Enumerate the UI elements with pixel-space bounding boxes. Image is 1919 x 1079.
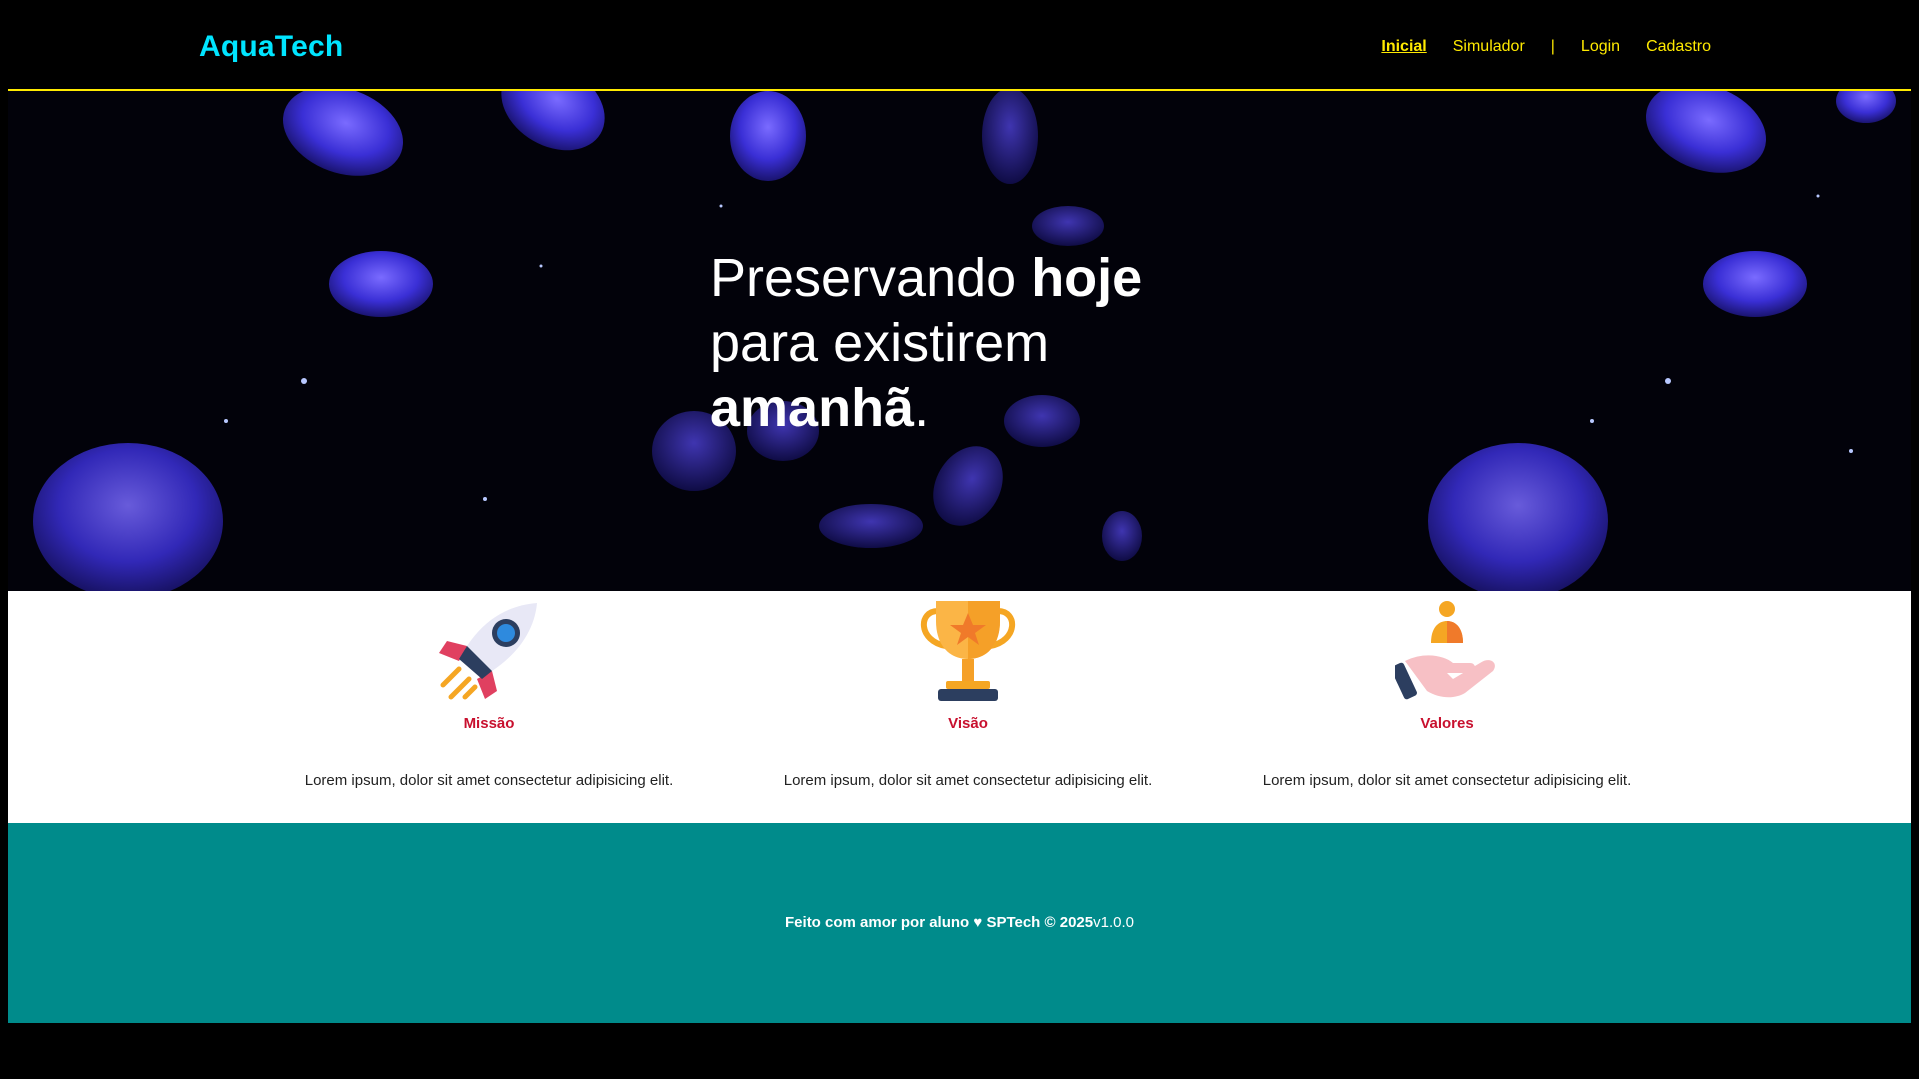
- version-label: v1.0.0: [1093, 914, 1134, 931]
- feature-text: Lorem ipsum, dolor sit amet consectetur …: [304, 772, 674, 789]
- feature-missao: Missão Lorem ipsum, dolor sit amet conse…: [279, 591, 699, 789]
- features-section: Missão Lorem ipsum, dolor sit amet conse…: [8, 591, 1911, 823]
- brand-logo[interactable]: AquaTech: [199, 30, 343, 64]
- nav-link-simulador[interactable]: Simulador: [1453, 38, 1525, 56]
- feature-title: Visão: [948, 715, 988, 732]
- feature-title: Valores: [1420, 715, 1474, 732]
- feature-valores: Valores Lorem ipsum, dolor sit amet cons…: [1237, 591, 1657, 789]
- hero-line3-b: .: [914, 378, 930, 438]
- nav-separator: |: [1550, 38, 1555, 55]
- feature-text: Lorem ipsum, dolor sit amet consectetur …: [1262, 772, 1632, 789]
- rocket-icon: [439, 603, 537, 700]
- page: AquaTech Inicial Simulador | Login Cadas…: [8, 0, 1911, 1023]
- hero-line1-a: Preservando: [710, 248, 1032, 308]
- top-navbar: AquaTech Inicial Simulador | Login Cadas…: [8, 0, 1911, 91]
- nav-link-inicial[interactable]: Inicial: [1381, 38, 1426, 56]
- hero-headline: Preservando hoje para existirem amanhã.: [710, 246, 1142, 441]
- nav-link-cadastro[interactable]: Cadastro: [1646, 38, 1711, 56]
- feature-text: Lorem ipsum, dolor sit amet consectetur …: [783, 772, 1153, 789]
- hero-line1-b: hoje: [1031, 248, 1143, 308]
- site-footer: Feito com amor por aluno ♥ SPTech © 2025…: [8, 823, 1911, 1023]
- hero-banner: Preservando hoje para existirem amanhã.: [8, 91, 1911, 591]
- nav-link-login[interactable]: Login: [1581, 38, 1620, 56]
- main-nav: Inicial Simulador | Login Cadastro: [1355, 38, 1711, 56]
- feature-visao: Visão Lorem ipsum, dolor sit amet consec…: [758, 591, 1178, 789]
- footer-text: Feito com amor por aluno ♥ SPTech © 2025: [785, 914, 1094, 931]
- footer-credit: Feito com amor por aluno ♥ SPTech © 2025…: [8, 914, 1911, 931]
- hand-person-icon: [1395, 601, 1495, 700]
- feature-title: Missão: [463, 715, 515, 732]
- hero-line2: para existirem: [710, 313, 1050, 373]
- trophy-icon: [920, 601, 1016, 701]
- hero-line3-a: amanhã: [710, 378, 915, 438]
